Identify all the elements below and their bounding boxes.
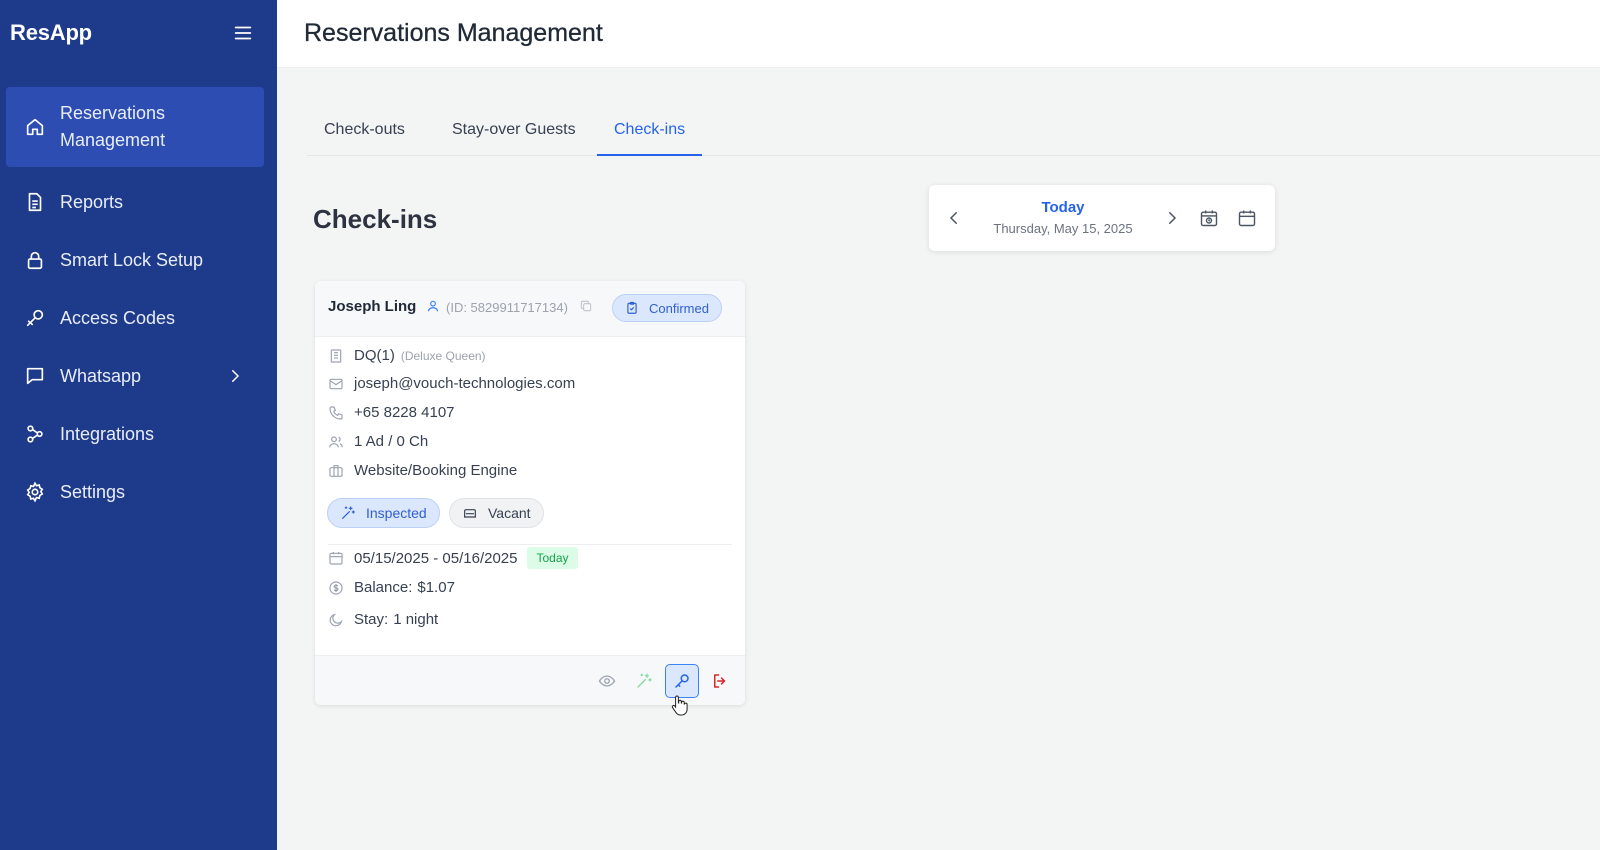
- vacant-badge[interactable]: Vacant: [449, 498, 544, 528]
- sidebar-item-settings[interactable]: Settings: [6, 463, 264, 521]
- guest-name[interactable]: Joseph Ling: [328, 298, 416, 315]
- key-icon: [26, 309, 44, 327]
- calendar-icon: [329, 552, 343, 565]
- sidebar-item-smart-lock-setup[interactable]: Smart Lock Setup: [6, 231, 264, 289]
- section-title: Check-ins: [313, 204, 438, 234]
- page-title: Reservations Management: [304, 19, 603, 47]
- reservation-card-header: Joseph Ling (ID: 5829911717134) Confirme…: [315, 281, 745, 337]
- date-navigator: Today Thursday, May 15, 2025: [929, 185, 1275, 251]
- tab-check-outs[interactable]: Check-outs: [307, 108, 422, 156]
- reservation-card[interactable]: Joseph Ling (ID: 5829911717134) Confirme…: [315, 281, 745, 705]
- gear-icon: [26, 481, 44, 503]
- clipboard-check-icon: [627, 301, 637, 314]
- document-icon: [28, 192, 42, 212]
- booking-source: Website/Booking Engine: [354, 462, 518, 479]
- integrations-icon: [27, 425, 43, 443]
- sparkles-icon: [342, 506, 355, 519]
- sidebar: ResApp Reservations Management Reports S…: [0, 0, 277, 850]
- sidebar-item-label: Settings: [60, 481, 126, 502]
- lock-icon: [27, 251, 43, 270]
- sidebar-item-label: Access Codes: [60, 307, 176, 328]
- bed-icon: [464, 509, 476, 518]
- housekeeping-button[interactable]: [627, 664, 661, 698]
- room-code: DQ(1): [354, 347, 395, 364]
- sidebar-item-label: Reports: [60, 191, 124, 212]
- balance-value: $1.07: [417, 579, 455, 596]
- stay-label: Stay:: [354, 611, 389, 628]
- card-divider: [328, 544, 732, 545]
- chevron-left-icon[interactable]: [945, 209, 963, 227]
- sidebar-nav: Reservations Management Reports Smart Lo…: [6, 87, 264, 521]
- dollar-icon: [329, 580, 343, 595]
- status-badge[interactable]: Confirmed: [612, 294, 722, 322]
- stay-dates: 05/15/2025 - 05/16/2025: [354, 549, 518, 567]
- moon-icon: [329, 612, 343, 626]
- email-row: joseph@vouch-technologies.com: [328, 375, 575, 392]
- stay-value: 1 night: [393, 611, 439, 628]
- users-icon: [329, 435, 343, 447]
- sidebar-item-label: Smart Lock Setup: [60, 249, 204, 270]
- stay-row: Stay: 1 night: [328, 611, 438, 628]
- today-badge: Today: [527, 547, 578, 569]
- guest-email: joseph@vouch-technologies.com: [354, 375, 576, 392]
- logout-icon: [714, 674, 726, 688]
- home-icon: [26, 118, 44, 136]
- status-label: Confirmed: [649, 300, 709, 316]
- top-header: Reservations Management: [277, 0, 1600, 68]
- tab-bar: Check-outs Stay-over Guests Check-ins: [307, 108, 1600, 156]
- inspected-badge[interactable]: Inspected: [327, 498, 440, 528]
- tab-stay-over-guests[interactable]: Stay-over Guests: [435, 108, 593, 156]
- dates-row: 05/15/2025 - 05/16/2025 Today: [328, 547, 578, 569]
- inspected-label: Inspected: [366, 505, 427, 521]
- sidebar-item-whatsapp[interactable]: Whatsapp: [6, 347, 264, 405]
- calendar-icon[interactable]: [1237, 208, 1257, 228]
- sidebar-item-reservations-management[interactable]: Reservations Management: [6, 87, 264, 167]
- room-row: DQ(1) (Deluxe Queen): [328, 347, 486, 364]
- tab-check-ins[interactable]: Check-ins: [597, 108, 703, 156]
- key-icon: [675, 674, 689, 688]
- date-label[interactable]: Today: [989, 199, 1137, 216]
- sparkles-icon: [637, 673, 652, 688]
- room-type: (Deluxe Queen): [400, 348, 486, 363]
- balance-row: Balance: $1.07: [328, 579, 455, 596]
- vacant-label: Vacant: [488, 505, 531, 521]
- guest-phone: +65 8228 4107: [354, 404, 455, 421]
- sidebar-item-label: Integrations: [60, 423, 155, 444]
- chevron-right-icon[interactable]: [1163, 209, 1181, 227]
- chat-icon: [26, 367, 44, 385]
- sidebar-item-integrations[interactable]: Integrations: [6, 405, 264, 463]
- access-key-button[interactable]: [665, 664, 699, 698]
- sidebar-item-label: Reservations Management: [60, 103, 166, 150]
- occupancy-row: 1 Ad / 0 Ch: [328, 433, 428, 450]
- chevron-right-icon: [232, 370, 240, 382]
- eye-icon: [598, 675, 616, 687]
- app-logo: ResApp: [10, 20, 92, 45]
- user-icon: [427, 300, 439, 312]
- guest-id: (ID: 5829911717134): [446, 300, 568, 315]
- calendar-clock-icon[interactable]: [1199, 208, 1219, 228]
- bed-icon: [330, 348, 342, 363]
- sidebar-item-label: Whatsapp: [60, 365, 142, 386]
- phone-icon: [329, 405, 343, 420]
- view-button[interactable]: [590, 664, 624, 698]
- card-actions: [315, 655, 745, 705]
- date-value: Thursday, May 15, 2025: [993, 221, 1133, 236]
- mail-icon: [329, 378, 343, 389]
- balance-label: Balance:: [354, 579, 413, 596]
- check-out-button[interactable]: [703, 664, 737, 698]
- sidebar-item-access-codes[interactable]: Access Codes: [6, 289, 264, 347]
- menu-icon[interactable]: [232, 22, 254, 44]
- copy-icon[interactable]: [579, 299, 593, 313]
- briefcase-icon: [329, 464, 343, 477]
- source-row: Website/Booking Engine: [328, 462, 517, 479]
- sidebar-item-reports[interactable]: Reports: [6, 173, 264, 231]
- phone-row: +65 8228 4107: [328, 404, 455, 421]
- guest-occupancy: 1 Ad / 0 Ch: [354, 433, 429, 450]
